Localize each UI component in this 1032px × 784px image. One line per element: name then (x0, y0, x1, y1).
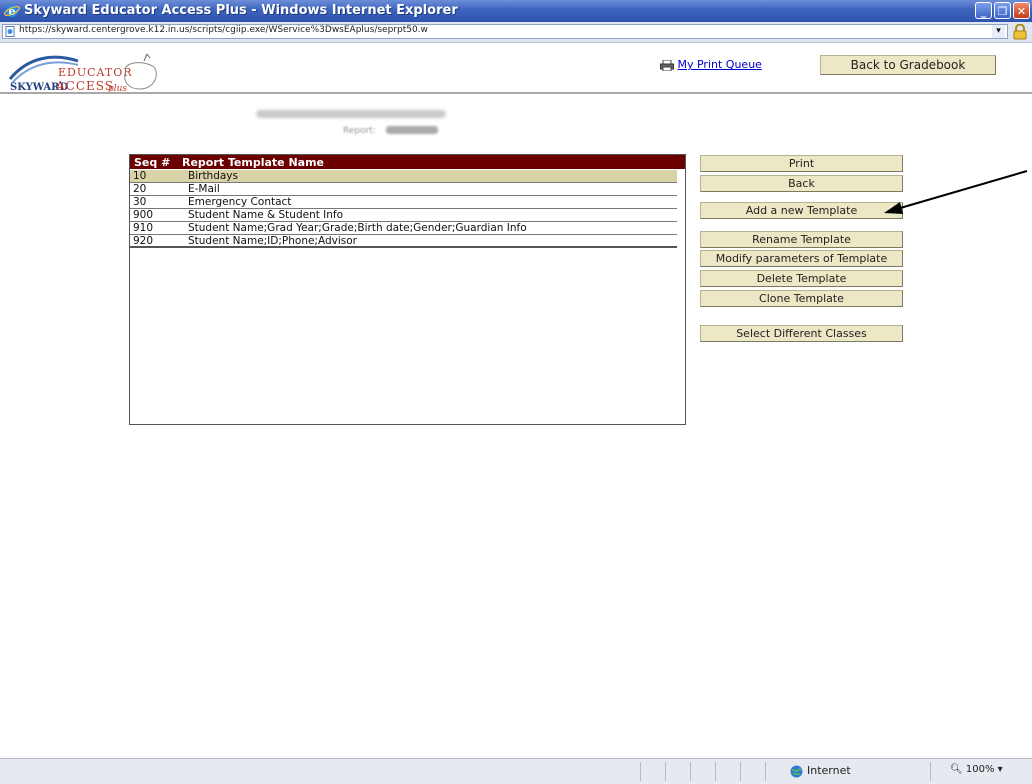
page-icon (5, 26, 15, 37)
report-template-table: Seq # Report Template Name 10 Birthdays … (129, 154, 686, 425)
url-text: https://skyward.centergrove.k12.in.us/sc… (19, 25, 428, 35)
my-print-queue-link[interactable]: My Print Queue (678, 58, 762, 71)
address-bar: https://skyward.centergrove.k12.in.us/sc… (0, 22, 1032, 43)
table-row[interactable]: 10 Birthdays (130, 170, 677, 183)
row-template-name: Student Name;Grad Year;Grade;Birth date;… (188, 222, 527, 234)
skyward-educator-access-plus-logo: EDUCATOR SKYWARD ACCESS plus (8, 53, 157, 94)
zoom-level: 100% (965, 764, 995, 775)
row-seq: 920 (133, 235, 154, 247)
back-to-gradebook-button[interactable]: Back to Gradebook (820, 55, 996, 75)
annotation-arrow-icon (884, 170, 1028, 214)
print-queue: My Print Queue (660, 58, 762, 71)
table-row[interactable]: 900 Student Name & Student Info (130, 209, 677, 222)
table-row[interactable]: 30 Emergency Contact (130, 196, 677, 209)
row-template-name: Emergency Contact (188, 196, 292, 208)
chevron-down-icon[interactable]: ▾ (992, 25, 1005, 38)
printer-icon (660, 59, 674, 71)
template-name-column-header: Report Template Name (182, 156, 325, 169)
zone-label: Internet (807, 764, 851, 777)
clone-template-button[interactable]: Clone Template (700, 290, 903, 307)
seq-column-header: Seq # (134, 156, 171, 169)
row-seq: 20 (133, 183, 147, 195)
svg-text:ACCESS: ACCESS (55, 79, 114, 93)
class-title-blurred (256, 110, 446, 118)
row-seq: 910 (133, 222, 154, 234)
rename-template-button[interactable]: Rename Template (700, 231, 903, 248)
table-row[interactable]: 20 E-Mail (130, 183, 677, 196)
internet-explorer-icon: e (4, 5, 20, 18)
header-divider (0, 92, 1032, 94)
table-row[interactable]: 910 Student Name;Grad Year;Grade;Birth d… (130, 222, 677, 235)
report-label: Report: (343, 126, 376, 136)
window-title: Skyward Educator Access Plus - Windows I… (24, 3, 458, 18)
minimize-icon[interactable]: _ (975, 2, 992, 19)
restore-icon[interactable]: ❐ (994, 2, 1011, 19)
row-template-name: E-Mail (188, 183, 220, 195)
close-icon[interactable]: ✕ (1013, 2, 1030, 19)
status-bar: Internet 🔍︎ 100% ▾ (0, 758, 1032, 784)
row-template-name: Student Name;ID;Phone;Advisor (188, 235, 357, 247)
window-title-bar[interactable]: e Skyward Educator Access Plus - Windows… (0, 0, 1032, 22)
security-zone[interactable]: Internet (790, 764, 851, 778)
row-seq: 30 (133, 196, 147, 208)
url-field[interactable]: https://skyward.centergrove.k12.in.us/sc… (2, 24, 1008, 39)
lock-icon[interactable] (1013, 24, 1027, 40)
zoom-control[interactable]: 🔍︎ 100% ▾ (950, 764, 1003, 775)
table-header: Seq # Report Template Name (130, 155, 685, 169)
globe-icon (790, 765, 803, 777)
select-different-classes-button[interactable]: Select Different Classes (700, 325, 903, 342)
svg-text:EDUCATOR: EDUCATOR (58, 66, 133, 79)
zoom-icon: 🔍︎ (950, 764, 963, 775)
row-seq: 10 (133, 170, 147, 182)
row-template-name: Birthdays (188, 170, 238, 182)
table-row[interactable]: 920 Student Name;ID;Phone;Advisor (130, 235, 677, 248)
report-name-blurred (386, 126, 438, 134)
row-template-name: Student Name & Student Info (188, 209, 344, 221)
row-seq: 900 (133, 209, 154, 221)
delete-template-button[interactable]: Delete Template (700, 270, 903, 287)
modify-template-parameters-button[interactable]: Modify parameters of Template (700, 250, 903, 267)
